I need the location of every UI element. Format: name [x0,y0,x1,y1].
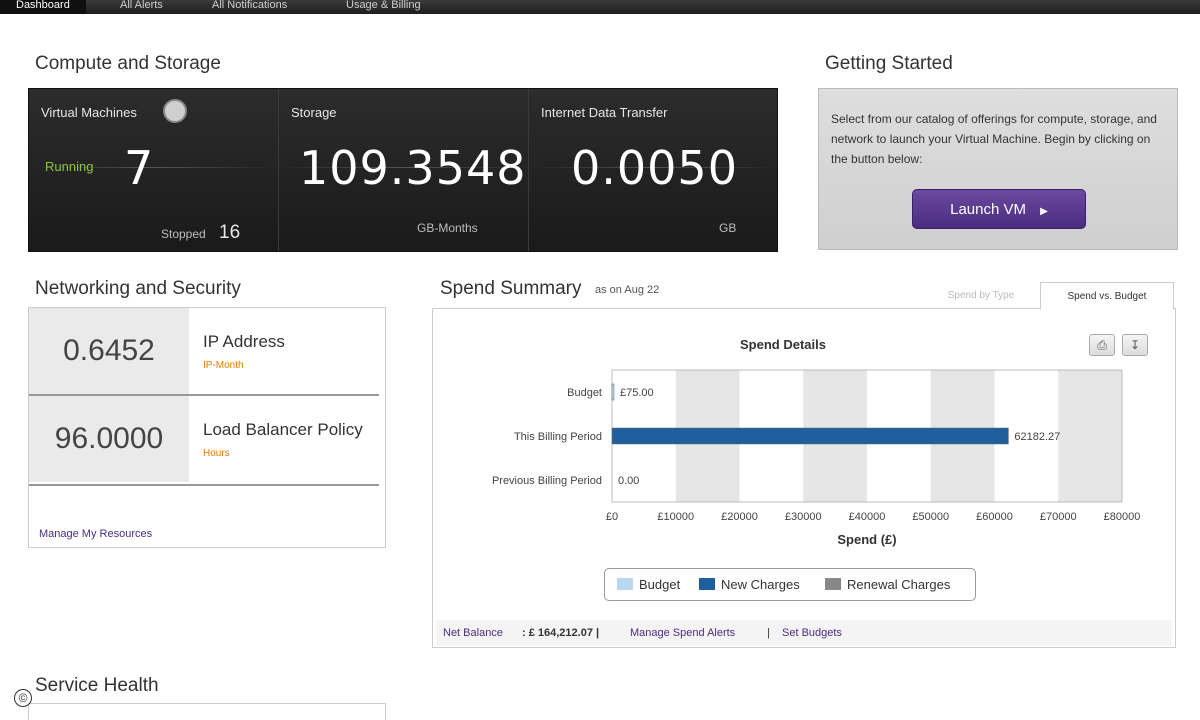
storage-value: 109.3548 [299,141,527,195]
divider [29,484,379,486]
ip-address-label: IP Address [203,332,285,351]
bar [611,383,615,401]
legend-item-new-charges[interactable]: New Charges [699,577,800,592]
load-balancer-label: Load Balancer Policy [203,420,363,439]
x-tick-label: £80000 [1104,511,1141,523]
launch-vm-button[interactable]: Launch VM ▶ [912,189,1086,229]
networking-security-panel: 0.6452 IP Address IP-Month 96.0000 Load … [28,307,386,548]
manage-resources-link[interactable]: Manage My Resources [39,528,152,540]
set-budgets-link[interactable]: Set Budgets [782,627,842,639]
compute-storage-title: Compute and Storage [35,53,221,74]
getting-started-text: Select from our catalog of offerings for… [831,112,1157,166]
service-health-title: Service Health [35,675,159,696]
virtual-machines-label: Virtual Machines [41,105,137,120]
x-tick-label: £30000 [785,511,822,523]
legend-item-renewal-charges[interactable]: Renewal Charges [825,577,950,592]
bar [611,427,1009,445]
arrow-right-icon: ▶ [1040,206,1048,217]
chart-title: Spend Details [740,337,826,352]
running-count: 7 [124,141,155,195]
copyright-icon: © [14,689,32,707]
tab-spend-by-type[interactable]: Spend by Type [925,282,1037,310]
grid-band [1058,370,1122,502]
data-label: 62182.27 [1014,431,1060,443]
legend-item-budget[interactable]: Budget [617,577,680,592]
storage-tile[interactable]: Storage 109.3548 GB-Months [279,89,529,251]
data-label: £75.00 [620,387,654,399]
networking-security-title: Networking and Security [35,278,241,299]
getting-started-panel: Select from our catalog of offerings for… [818,88,1178,250]
legend-label: New Charges [721,577,800,592]
tab-spend-vs-budget[interactable]: Spend vs. Budget [1040,282,1174,310]
spend-chart: £0 £10000 £20000 £30000 £40000 £50000 £60000 £7… [492,369,1141,547]
x-tick-label: £40000 [849,511,886,523]
net-balance-value: : £ 164,212.07 | [522,627,600,639]
net-balance-link[interactable]: Net Balance [443,627,503,639]
legend-swatch [699,578,715,590]
x-tick-label: £10000 [657,511,694,523]
stopped-label: Stopped [161,227,206,241]
ip-address-value: 0.6452 [29,308,189,394]
top-nav: Dashboard All Alerts All Notifications U… [0,0,1200,14]
tab-all-alerts[interactable]: All Alerts [104,0,179,14]
storage-label: Storage [291,105,337,120]
load-balancer-value: 96.0000 [29,396,189,482]
footer-separator: | [767,627,770,639]
y-tick-label: This Billing Period [514,431,602,443]
getting-started-title: Getting Started [825,53,953,74]
x-axis-label: Spend (£) [837,532,896,547]
tab-all-notifications[interactable]: All Notifications [196,0,303,14]
legend-label: Budget [639,577,681,592]
download-icon[interactable]: ↧ [1122,334,1148,356]
service-health-panel [28,703,386,720]
running-label: Running [45,159,94,174]
y-tick-label: Budget [567,387,602,399]
compute-storage-panel: Virtual Machines Running 7 Stopped 16 St… [28,88,779,252]
storage-unit: GB-Months [417,221,478,235]
data-transfer-value: 0.0050 [571,141,738,195]
as-of-date: as on Aug 22 [595,284,660,296]
legend-label: Renewal Charges [847,577,951,592]
data-label: 0.00 [618,475,639,487]
x-tick-label: £0 [606,511,618,523]
ip-address-unit: IP-Month [203,360,244,371]
legend-swatch [617,578,633,590]
chart-legend: Budget New Charges Renewal Charges [604,568,976,601]
data-transfer-unit: GB [719,221,737,235]
spend-summary-title: Spend Summary [440,278,582,299]
info-icon[interactable] [163,99,187,123]
legend-swatch [825,578,841,590]
list-item[interactable]: 96.0000 Load Balancer Policy Hours [29,396,379,484]
x-tick-label: £70000 [1040,511,1077,523]
data-transfer-label: Internet Data Transfer [541,105,668,120]
x-tick-label: £50000 [912,511,949,523]
print-icon[interactable]: ⎙ [1089,334,1115,356]
data-transfer-tile[interactable]: Internet Data Transfer 0.0050 GB [529,89,779,251]
launch-vm-label: Launch VM [950,201,1026,218]
x-tick-label: £60000 [976,511,1013,523]
list-item[interactable]: 0.6452 IP Address IP-Month [29,308,379,396]
y-tick-label: Previous Billing Period [492,475,602,487]
manage-spend-alerts-link[interactable]: Manage Spend Alerts [630,627,735,639]
load-balancer-unit: Hours [203,448,230,459]
tab-dashboard[interactable]: Dashboard [0,0,86,14]
stopped-count: 16 [219,222,241,243]
x-tick-label: £20000 [721,511,758,523]
tab-usage-billing[interactable]: Usage & Billing [330,0,437,14]
virtual-machines-tile[interactable]: Virtual Machines Running 7 Stopped 16 [29,89,279,251]
